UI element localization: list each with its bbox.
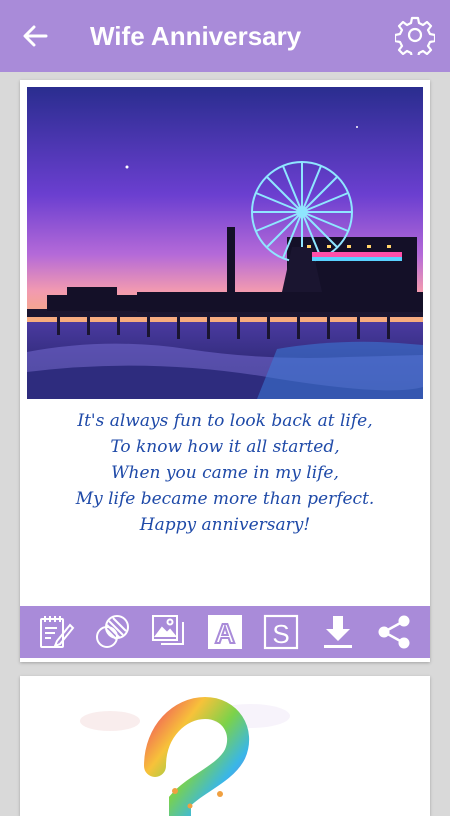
card-toolbar: A S (20, 606, 430, 658)
back-button[interactable] (20, 22, 50, 50)
share-icon (378, 615, 410, 649)
texture-button[interactable] (92, 612, 132, 652)
page-title: Wife Anniversary (90, 21, 302, 51)
quote-line: When you came in my life, (111, 463, 339, 483)
quote-line: Happy anniversary! (139, 515, 311, 535)
sticker-icon: S (264, 614, 299, 650)
download-button[interactable] (318, 612, 358, 652)
quote-line: My life became more than perfect. (75, 489, 375, 509)
font-icon: A (207, 615, 242, 650)
rainbow-number-image (80, 696, 290, 816)
quote-line: To know how it all started, (110, 437, 340, 457)
texture-icon (96, 615, 130, 648)
app-bar: Wife Anniversary (0, 0, 450, 72)
download-icon (323, 616, 352, 648)
gallery-icon (151, 615, 184, 645)
edit-text-icon (40, 616, 75, 648)
arrow-left-icon (23, 25, 48, 47)
card-photo (27, 87, 423, 399)
font-button[interactable]: A (205, 612, 245, 652)
font-icon-label: A (215, 618, 235, 649)
greeting-card: It's always fun to look back at life, To… (20, 80, 430, 662)
gear-icon (395, 16, 435, 55)
sticker-button[interactable]: S (261, 612, 301, 652)
greeting-quote: It's always fun to look back at life, To… (20, 408, 430, 538)
gallery-button[interactable] (149, 612, 189, 652)
share-button[interactable] (374, 612, 414, 652)
sticker-icon-label: S (273, 619, 290, 649)
greeting-card-next[interactable] (20, 676, 430, 816)
pier-ferris-wheel-photo (27, 87, 423, 399)
quote-line: It's always fun to look back at life, (77, 411, 373, 431)
edit-text-button[interactable] (36, 612, 76, 652)
settings-button[interactable] (394, 14, 436, 56)
